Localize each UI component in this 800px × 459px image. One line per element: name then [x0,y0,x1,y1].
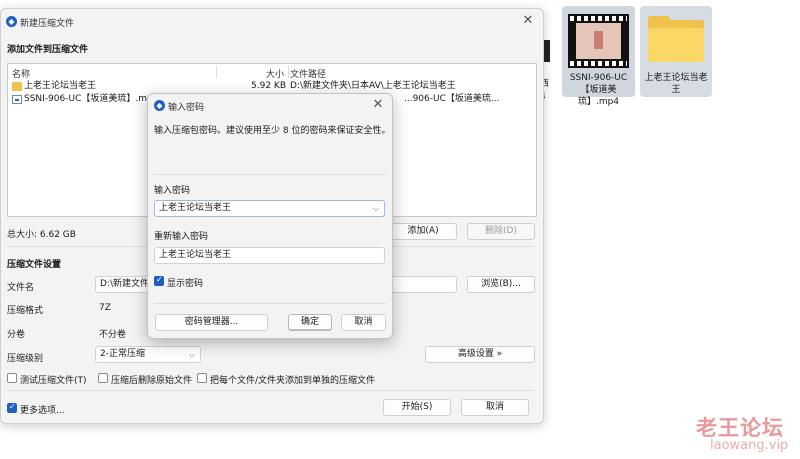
test-archive-label: 测试压缩文件(T) [20,376,87,386]
password-manager-button[interactable]: 密码管理器... [155,314,268,331]
split-select[interactable]: 不分卷 [99,327,126,340]
delete-source-checkbox[interactable] [98,373,108,383]
start-button[interactable]: 开始(S) [383,399,451,416]
app-logo-icon: ◆ [154,100,165,111]
chevron-down-icon: ⌵ [188,350,195,359]
format-select[interactable]: 7Z [99,303,111,313]
folder-icon [12,82,22,91]
ok-button[interactable]: 确定 [288,314,332,331]
format-label: 压缩格式 [7,306,44,316]
file-path: ...906-UC【坂道美琉... [404,94,500,104]
add-files-heading: 添加文件到压缩文件 [7,45,89,55]
show-password-label: 显示密码 [167,279,204,289]
video-file-tile[interactable]: SSNI-906-UC【坂道美琉】.mp4 [562,6,635,107]
window-title: 新建压缩文件 [20,19,75,29]
password-hint: 输入压缩包密码。建议使用至少 8 位的密码来保证安全性。 [154,126,391,136]
file-icon [12,95,22,104]
delete-source-label: 压缩后删除原始文件 [111,376,193,386]
file-row[interactable]: 上老王论坛当老王 5.92 KB D:\新建文件夹\日本AV\上老王论坛当老王 [8,80,536,93]
separate-archives-label: 把每个文件/文件夹添加到单独的压缩文件 [210,376,376,386]
advanced-settings-button[interactable]: 高级设置 » [425,346,535,363]
reenter-password-input[interactable]: 上老王论坛当老王 [154,247,385,264]
file-name-label: 文件名 [7,283,35,293]
close-window-button[interactable]: ✕ [520,13,536,29]
file-name: 上老王论坛当老王 [24,81,97,91]
browse-button[interactable]: 浏览(B)... [467,276,535,293]
column-name-header[interactable]: 名称 [12,67,30,80]
level-label: 压缩级别 [7,354,44,364]
total-size: 总大小: 6.62 GB [7,230,76,240]
video-thumbnail-icon [568,14,629,68]
level-select[interactable]: 2-正常压缩 ⌵ [95,346,201,363]
add-button[interactable]: 添加(A) [389,223,457,240]
video-file-label: SSNI-906-UC【坂道美琉】.mp4 [569,73,628,107]
password-dialog: ◆ 输入密码 ✕ 输入压缩包密码。建议使用至少 8 位的密码来保证安全性。 输入… [147,93,393,339]
column-path-header[interactable]: 文件路径 [290,67,326,80]
reenter-password-label: 重新输入密码 [154,232,209,242]
window-titlebar: ◆ 新建压缩文件 ✕ [1,9,543,35]
dialog-title: 输入密码 [168,103,205,113]
test-archive-checkbox[interactable] [7,373,17,383]
folder-label: 上老王论坛当老王 [644,73,708,95]
enter-password-label: 输入密码 [154,186,191,196]
password-input[interactable]: 上老王论坛当老王 ⌵ [154,200,385,217]
folder-icon [648,16,704,62]
file-size: 5.92 KB [251,81,286,91]
cancel-button[interactable]: 取消 [461,399,529,416]
app-logo-icon: ◆ [6,16,17,27]
separate-archives-checkbox[interactable] [197,373,207,383]
file-path: D:\新建文件夹\日本AV\上老王论坛当老王 [290,81,456,91]
dialog-cancel-button[interactable]: 取消 [341,314,386,331]
delete-button[interactable]: 删除(D) [467,223,535,240]
folder-tile[interactable]: 上老王论坛当老王 [640,6,712,97]
split-label: 分卷 [7,330,26,340]
settings-heading: 压缩文件设置 [7,260,62,270]
more-options-checkbox[interactable] [7,402,17,413]
show-password-checkbox[interactable] [154,275,164,286]
column-size-header[interactable]: 大小 [266,67,284,80]
watermark-url: laowang.vip [710,438,789,453]
chevron-down-icon[interactable]: ⌵ [373,201,379,216]
file-name: SSNI-906-UC【坂道美琉】.mp4 [24,94,159,104]
close-dialog-button[interactable]: ✕ [370,97,386,113]
more-options-label: 更多选项... [20,406,65,416]
